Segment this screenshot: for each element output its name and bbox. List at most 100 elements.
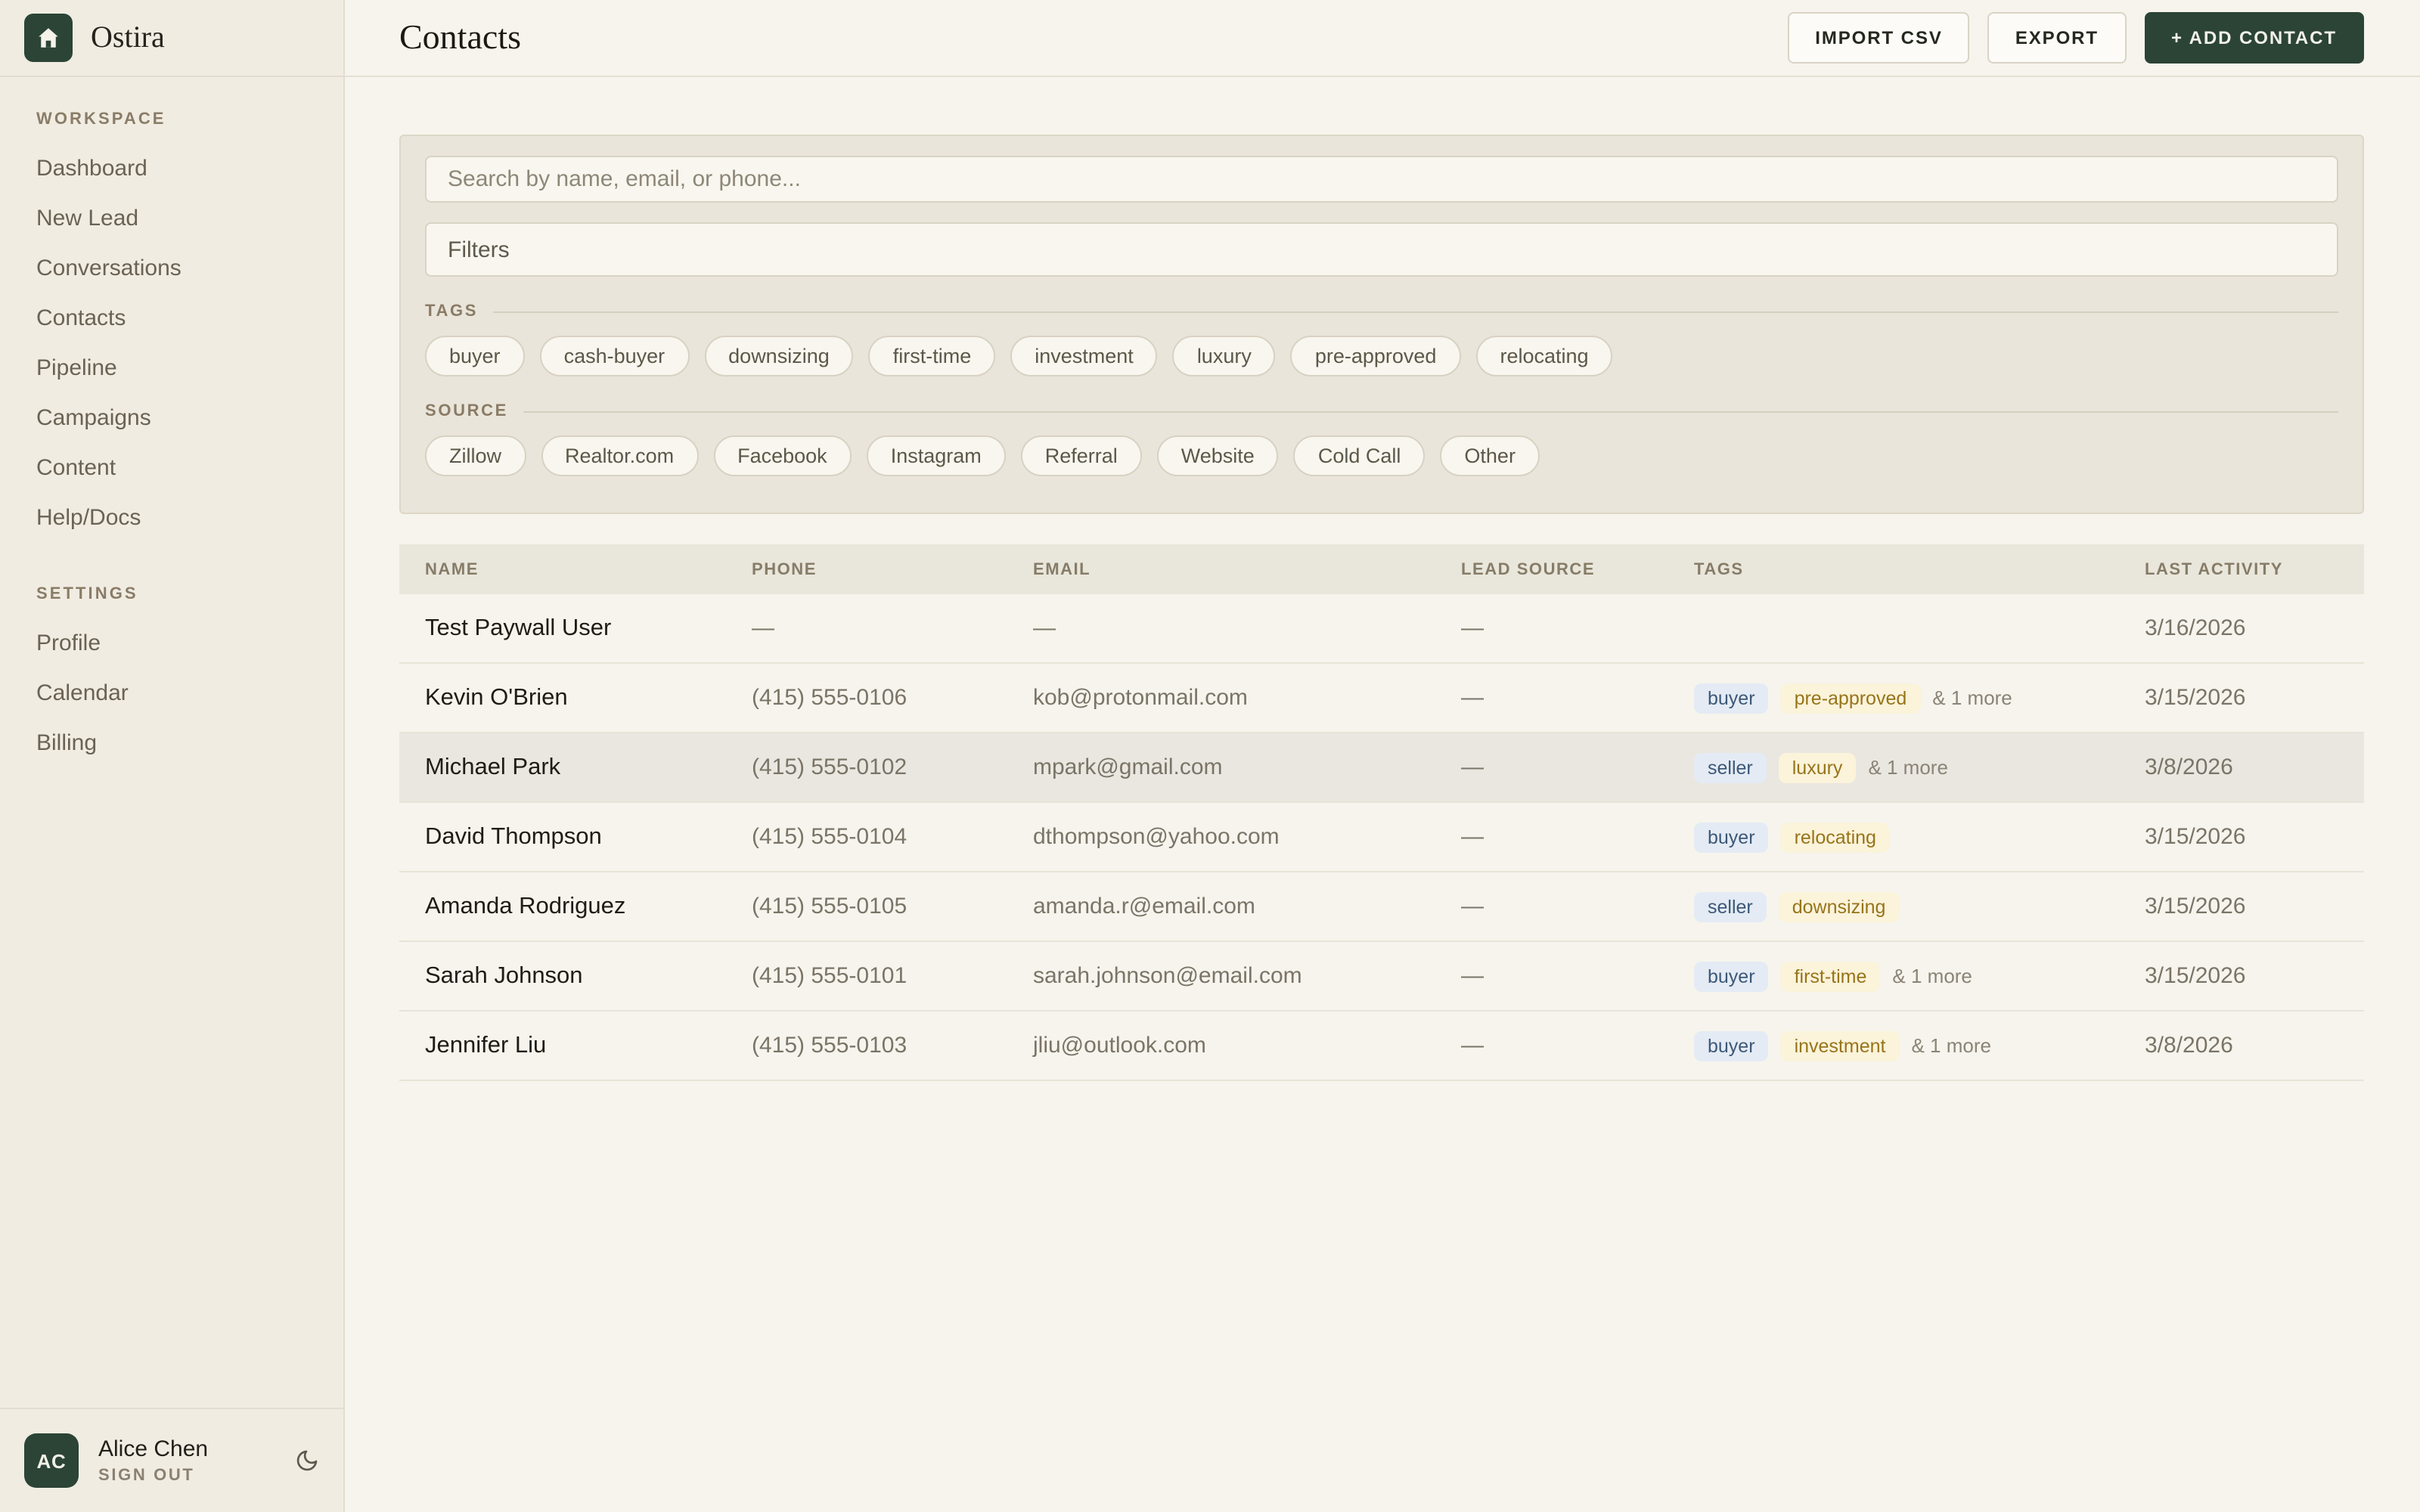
contact-lead-source: — [1461, 894, 1694, 919]
tag-badge-relocating: relocating [1781, 822, 1890, 852]
contact-phone: (415) 555-0103 [752, 1033, 1033, 1058]
contact-phone: (415) 555-0101 [752, 963, 1033, 989]
column-header-last-activity: LAST ACTIVITY [2145, 560, 2364, 578]
tag-badge-buyer: buyer [1694, 822, 1769, 852]
content: Filters TAGS buyer cash-buyer downsizing fi… [345, 135, 2420, 1081]
sidebar-item-calendar[interactable]: Calendar [0, 668, 343, 718]
tag-chip-cash-buyer[interactable]: cash-buyer [540, 336, 690, 376]
nav-section-settings-label: SETTINGS [36, 585, 307, 603]
source-chip-zillow[interactable]: Zillow [425, 435, 526, 476]
page-title: Contacts [399, 18, 521, 57]
table-row[interactable]: Amanda Rodriguez(415) 555-0105amanda.r@e… [399, 872, 2364, 942]
table-row[interactable]: Michael Park(415) 555-0102mpark@gmail.co… [399, 733, 2364, 803]
sidebar-item-campaigns[interactable]: Campaigns [0, 393, 343, 443]
source-filter-chips: Zillow Realtor.com Facebook Instagram Referr… [425, 435, 2338, 476]
sidebar-item-help-docs[interactable]: Help/Docs [0, 493, 343, 543]
tag-badge-buyer: buyer [1694, 961, 1769, 991]
contact-email: mpark@gmail.com [1033, 754, 1461, 780]
main-area: Contacts IMPORT CSV EXPORT + ADD CONTACT… [345, 0, 2420, 1512]
brand-logo[interactable]: Ostira [0, 0, 343, 77]
app-root: Ostira WORKSPACE DashboardNew LeadConver… [0, 0, 2420, 1512]
contact-tags: buyer relocating [1694, 822, 2145, 852]
column-header-tags: TAGS [1694, 560, 2145, 578]
table-body: Test Paywall User———3/16/2026Kevin O'Bri… [399, 594, 2364, 1081]
add-contact-button[interactable]: + ADD CONTACT [2144, 12, 2364, 64]
tag-badge-luxury: luxury [1779, 752, 1857, 782]
source-chip-referral[interactable]: Referral [1021, 435, 1142, 476]
contact-phone: (415) 555-0104 [752, 824, 1033, 850]
moon-icon[interactable] [295, 1448, 319, 1473]
divider [523, 411, 2338, 412]
contact-tags: buyerpre-approved& 1 more [1694, 683, 2145, 713]
sidebar-item-dashboard[interactable]: Dashboard [0, 144, 343, 194]
tag-badge-downsizing: downsizing [1779, 891, 1900, 922]
tag-chip-first-time[interactable]: first-time [869, 336, 996, 376]
sidebar-item-new-lead[interactable]: New Lead [0, 194, 343, 243]
tag-badge-buyer: buyer [1694, 683, 1769, 713]
tag-badge-seller: seller [1694, 752, 1767, 782]
contact-name: Jennifer Liu [399, 1032, 752, 1059]
sidebar-item-billing[interactable]: Billing [0, 718, 343, 768]
more-tags-label: & 1 more [1892, 965, 1972, 987]
source-section-label: SOURCE [425, 402, 508, 420]
tag-badge-seller: seller [1694, 891, 1767, 922]
more-tags-label: & 1 more [1932, 686, 2012, 709]
tag-badge-investment: investment [1781, 1030, 1900, 1061]
tag-chip-luxury[interactable]: luxury [1173, 336, 1276, 376]
table-row[interactable]: David Thompson(415) 555-0104dthompson@ya… [399, 803, 2364, 872]
contact-tags: seller luxury & 1 more [1694, 752, 2145, 782]
sidebar-item-contacts[interactable]: Contacts [0, 293, 343, 343]
sidebar-item-pipeline[interactable]: Pipeline [0, 343, 343, 393]
export-button[interactable]: EXPORT [1988, 12, 2126, 64]
contact-tags: seller downsizing [1694, 891, 2145, 922]
contact-phone: (415) 555-0106 [752, 685, 1033, 711]
contact-tags: buyerfirst-time& 1 more [1694, 961, 2145, 991]
tag-chip-downsizing[interactable]: downsizing [704, 336, 854, 376]
user-info: Alice Chen SIGN OUT [98, 1436, 208, 1485]
tag-chip-pre-approved[interactable]: pre-approved [1291, 336, 1461, 376]
column-header-lead-source: LEAD SOURCE [1461, 560, 1694, 578]
user-name: Alice Chen [98, 1436, 208, 1462]
tag-chip-buyer[interactable]: buyer [425, 336, 525, 376]
contact-name: Kevin O'Brien [399, 684, 752, 711]
source-chip-facebook[interactable]: Facebook [713, 435, 852, 476]
sidebar-item-content[interactable]: Content [0, 443, 343, 493]
tag-chip-relocating[interactable]: relocating [1475, 336, 1612, 376]
nav-section-workspace-label: WORKSPACE [36, 110, 307, 129]
source-chip-website[interactable]: Website [1157, 435, 1279, 476]
source-chip-instagram[interactable]: Instagram [867, 435, 1006, 476]
source-chip-realtor-com[interactable]: Realtor.com [541, 435, 698, 476]
nav-section-workspace: DashboardNew LeadConversationsContactsPi… [0, 144, 343, 543]
search-input[interactable] [425, 156, 2338, 203]
contact-last-activity: 3/15/2026 [2145, 824, 2364, 850]
sidebar-item-profile[interactable]: Profile [0, 618, 343, 668]
contact-name: Sarah Johnson [399, 962, 752, 990]
more-tags-label: & 1 more [1868, 756, 1948, 779]
contact-lead-source: — [1461, 1033, 1694, 1058]
contact-email: kob@protonmail.com [1033, 685, 1461, 711]
table-row[interactable]: Test Paywall User———3/16/2026 [399, 594, 2364, 664]
divider [493, 311, 2338, 312]
source-chip-cold-call[interactable]: Cold Call [1294, 435, 1426, 476]
table-row[interactable]: Sarah Johnson(415) 555-0101sarah.johnson… [399, 942, 2364, 1012]
contact-phone: — [752, 615, 1033, 641]
sign-out-button[interactable]: SIGN OUT [98, 1467, 208, 1485]
table-row[interactable]: Kevin O'Brien(415) 555-0106kob@protonmai… [399, 664, 2364, 733]
filters-toggle[interactable]: Filters [425, 222, 2338, 277]
tags-section-label: TAGS [425, 302, 478, 321]
table-header-row: NAMEPHONEEMAILLEAD SOURCETAGSLAST ACTIVI… [399, 544, 2364, 594]
filters-label: Filters [448, 237, 510, 262]
contact-lead-source: — [1461, 615, 1694, 641]
source-chip-other[interactable]: Other [1440, 435, 1540, 476]
import-csv-button[interactable]: IMPORT CSV [1788, 12, 1970, 64]
filter-panel: Filters TAGS buyer cash-buyer downsizing fi… [399, 135, 2364, 514]
sidebar-item-conversations[interactable]: Conversations [0, 243, 343, 293]
contact-name: David Thompson [399, 823, 752, 850]
contact-last-activity: 3/16/2026 [2145, 615, 2364, 641]
table-row[interactable]: Jennifer Liu(415) 555-0103jliu@outlook.c… [399, 1012, 2364, 1081]
tags-section-header: TAGS [425, 302, 2338, 321]
contact-last-activity: 3/8/2026 [2145, 754, 2364, 780]
tag-chip-investment[interactable]: investment [1010, 336, 1158, 376]
header-actions: IMPORT CSV EXPORT + ADD CONTACT [1788, 12, 2364, 64]
contact-name: Michael Park [399, 754, 752, 781]
